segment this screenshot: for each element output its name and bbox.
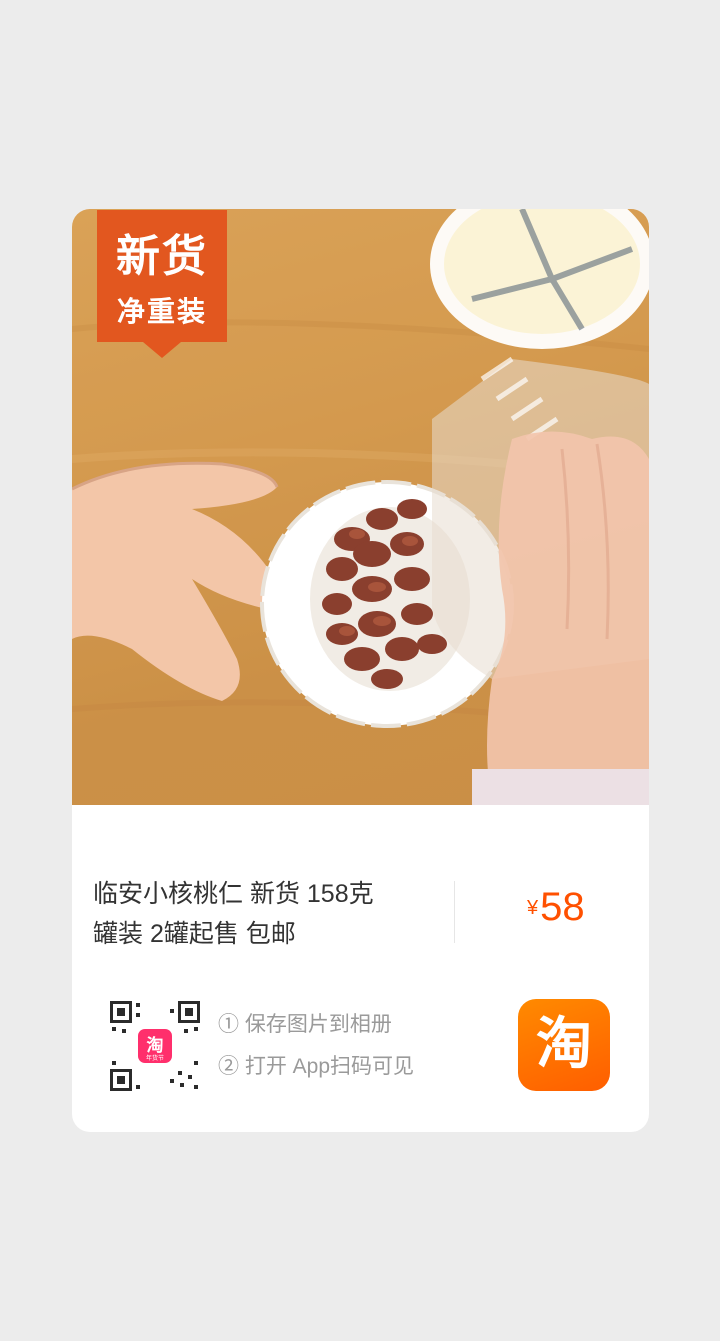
product-price: ¥58	[527, 885, 585, 930]
product-title-line-1: 临安小核桃仁 新货 158克	[93, 880, 374, 908]
step-open-app: ② 打开 App扫码可见	[218, 1055, 415, 1078]
step-save-image: ① 保存图片到相册	[218, 1013, 392, 1036]
divider	[454, 881, 455, 943]
qr-logo-glyph: 淘	[147, 1035, 164, 1056]
badge-subtitle: 净重装	[116, 295, 207, 328]
product-title[interactable]: 临安小核桃仁 新货 158克 罐装 2罐起售 包邮	[93, 874, 413, 954]
product-share-card: 新货 净重装 临安小核桃仁 新货 158克 罐装 2罐起售 包邮 ¥58 淘 年…	[72, 209, 649, 1132]
taobao-logo-icon[interactable]: 淘	[518, 999, 610, 1091]
new-stock-badge: 新货 净重装	[97, 210, 227, 358]
taobao-logo-glyph: 淘	[536, 1012, 592, 1077]
price-value: 58	[540, 885, 585, 929]
qr-logo-subtext: 年货节	[146, 1054, 164, 1062]
product-photo: 新货 净重装	[72, 209, 649, 805]
badge-title: 新货	[116, 231, 208, 282]
product-title-line-2: 罐装 2罐起售 包邮	[93, 920, 296, 948]
qr-code[interactable]: 淘 年货节	[108, 999, 202, 1093]
currency-symbol: ¥	[527, 897, 539, 919]
scan-instructions: ① 保存图片到相册 ② 打开 App扫码可见	[218, 1004, 414, 1088]
